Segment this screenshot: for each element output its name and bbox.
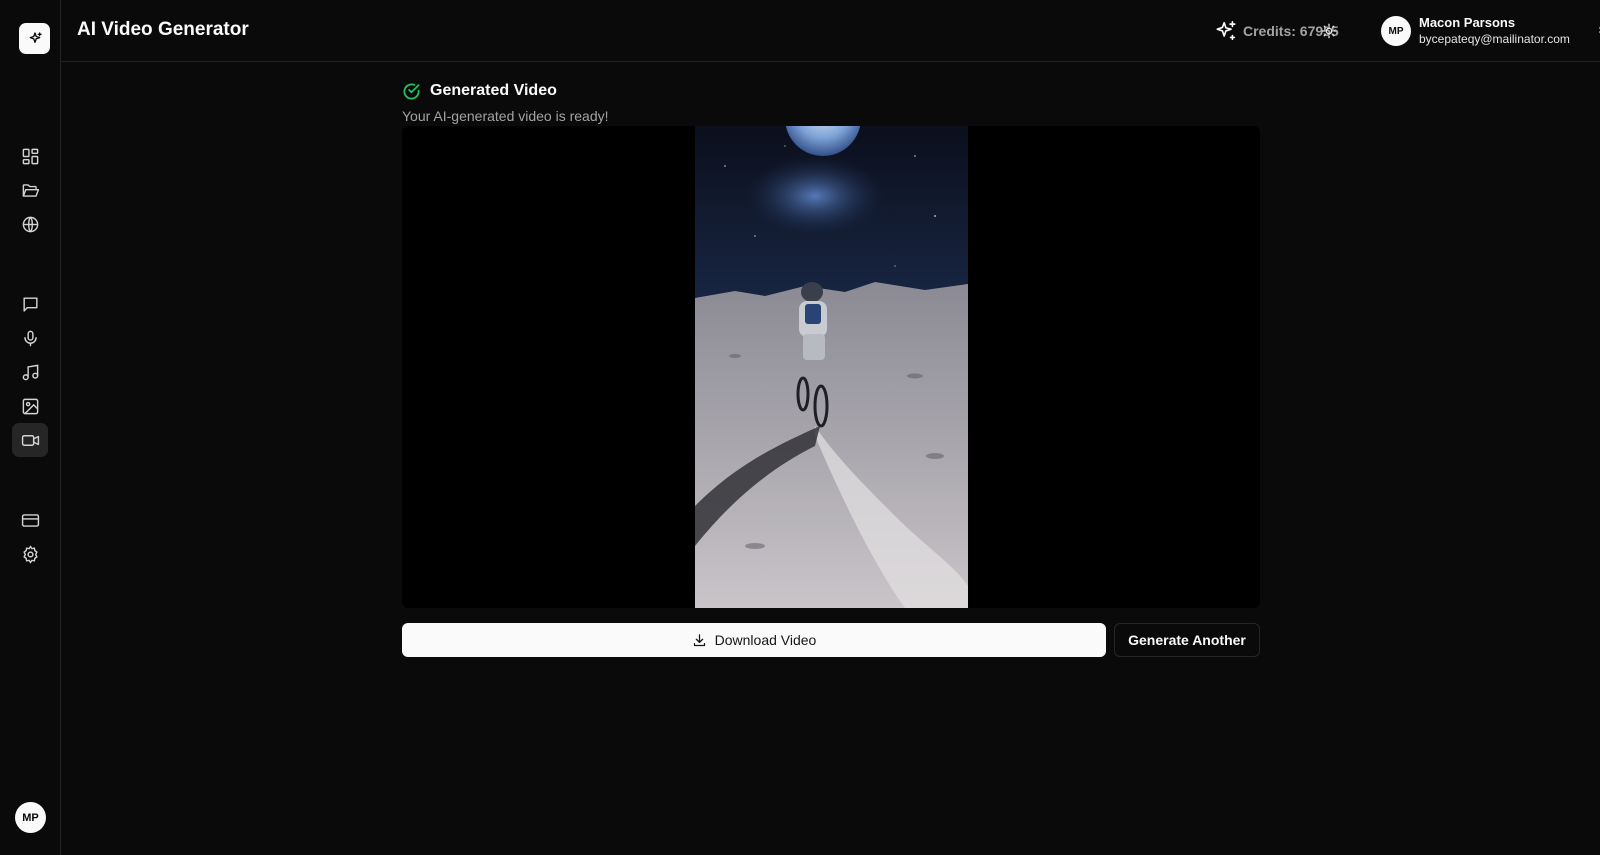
result-title: Generated Video <box>430 82 557 99</box>
image-icon <box>22 398 38 414</box>
sidebar-item-explore[interactable] <box>12 207 48 241</box>
app-root: MP AI Video Generator Credits: 67955 MP … <box>0 0 1600 855</box>
sidebar-item-video[interactable] <box>12 423 48 457</box>
credit-card-icon <box>21 513 39 527</box>
download-icon <box>693 633 705 646</box>
chat-icon <box>22 296 38 312</box>
sidebar-item-projects[interactable] <box>12 173 48 207</box>
top-header: AI Video Generator Credits: 67955 MP Mac… <box>61 0 1600 62</box>
user-email: bycepateqy@mailinator.com <box>1419 32 1570 46</box>
dashboard-icon <box>22 148 38 164</box>
result-title-row: Generated Video <box>402 80 1260 102</box>
folder-open-icon <box>22 183 39 197</box>
sidebar-item-billing[interactable] <box>12 503 48 537</box>
microphone-icon <box>23 330 37 346</box>
result-header: Generated Video Your AI-generated video … <box>402 80 1260 124</box>
theme-toggle-button[interactable] <box>1317 19 1341 43</box>
sidebar-item-voice[interactable] <box>12 321 48 355</box>
user-menu-button[interactable]: MP Macon Parsons bycepateqy@mailinator.c… <box>1381 12 1600 50</box>
sidebar-item-image[interactable] <box>12 389 48 423</box>
download-video-label: Download Video <box>714 632 817 648</box>
download-video-button[interactable]: Download Video <box>402 623 1106 657</box>
music-icon <box>22 364 38 380</box>
sparkles-icon <box>1216 20 1236 40</box>
sidebar-item-chat[interactable] <box>12 287 48 321</box>
user-info: Macon Parsons bycepateqy@mailinator.com <box>1419 15 1570 47</box>
generate-another-button[interactable]: Generate Another <box>1114 623 1260 657</box>
user-name: Macon Parsons <box>1419 15 1516 30</box>
sidebar-item-dashboard[interactable] <box>12 139 48 173</box>
gear-icon <box>22 544 38 564</box>
avatar: MP <box>1381 16 1411 46</box>
sidebar-avatar[interactable]: MP <box>15 802 46 833</box>
logo[interactable] <box>19 23 50 54</box>
sparkles-icon <box>29 31 42 43</box>
globe-icon <box>22 216 38 232</box>
sun-icon <box>1321 23 1337 39</box>
video-frame-image <box>695 126 968 608</box>
page-title: AI Video Generator <box>77 19 249 40</box>
check-circle-icon <box>403 83 420 99</box>
sidebar-item-music[interactable] <box>12 355 48 389</box>
sidebar-item-settings[interactable] <box>12 537 48 571</box>
video-icon <box>21 434 39 446</box>
video-player[interactable] <box>402 126 1260 608</box>
result-subtitle: Your AI-generated video is ready! <box>402 108 609 124</box>
sidebar: MP <box>0 0 61 855</box>
